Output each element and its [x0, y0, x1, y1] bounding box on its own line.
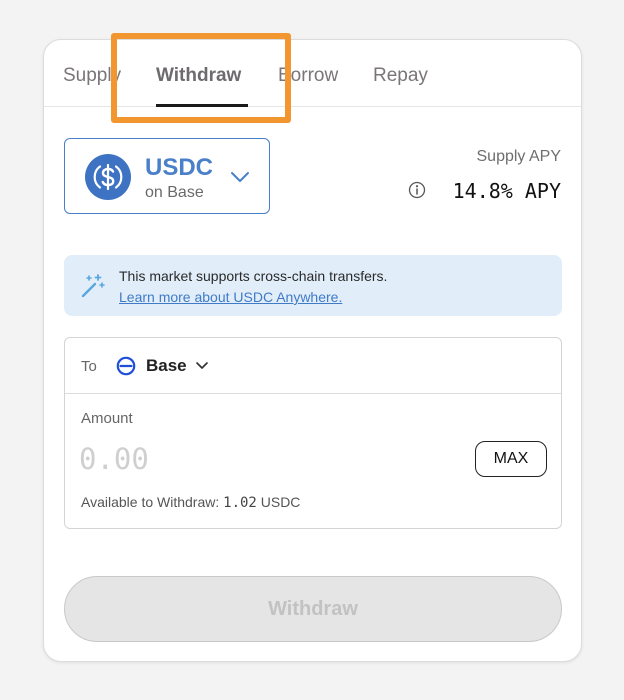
available-balance: Available to Withdraw: 1.02 USDC — [81, 494, 300, 511]
tab-borrow[interactable]: Borrow — [278, 65, 338, 87]
destination-label: To — [81, 358, 97, 375]
asset-symbol: USDC — [145, 154, 214, 181]
learn-more-link[interactable]: Learn more about USDC Anywhere. — [119, 289, 342, 305]
withdraw-form: To Base Amount MAX Available to Withdraw… — [64, 337, 562, 529]
magic-wand-icon — [81, 274, 105, 298]
withdraw-card: Supply Withdraw Borrow Repay USDC on Bas… — [43, 39, 582, 662]
tab-withdraw[interactable]: Withdraw — [156, 65, 241, 87]
supply-apy-label: Supply APY — [476, 148, 562, 165]
usdc-icon — [85, 154, 131, 200]
network-selector[interactable]: Base — [116, 352, 216, 380]
tab-supply[interactable]: Supply — [63, 65, 121, 87]
withdraw-submit-button[interactable]: Withdraw — [64, 576, 562, 642]
tab-repay[interactable]: Repay — [373, 65, 428, 87]
supply-apy-value: 14.8% APY — [452, 179, 561, 203]
chevron-down-icon — [196, 362, 208, 369]
amount-input[interactable] — [79, 438, 459, 480]
amount-label: Amount — [81, 410, 133, 427]
destination-row: To Base — [65, 338, 561, 394]
active-tab-indicator — [156, 104, 248, 107]
asset-network: on Base — [145, 184, 204, 201]
available-unit: USDC — [260, 494, 301, 510]
available-label: Available to Withdraw: — [81, 494, 220, 510]
network-name: Base — [146, 356, 187, 375]
cross-chain-notice: This market supports cross-chain transfe… — [64, 255, 562, 316]
asset-selector[interactable]: USDC on Base — [64, 138, 270, 214]
action-tabs: Supply Withdraw Borrow Repay — [44, 40, 581, 107]
chevron-down-icon — [231, 172, 249, 182]
max-button[interactable]: MAX — [475, 441, 547, 477]
available-amount: 1.02 — [223, 495, 257, 511]
info-icon[interactable] — [408, 181, 426, 199]
notice-text: This market supports cross-chain transfe… — [119, 268, 388, 284]
base-network-icon — [116, 356, 136, 376]
